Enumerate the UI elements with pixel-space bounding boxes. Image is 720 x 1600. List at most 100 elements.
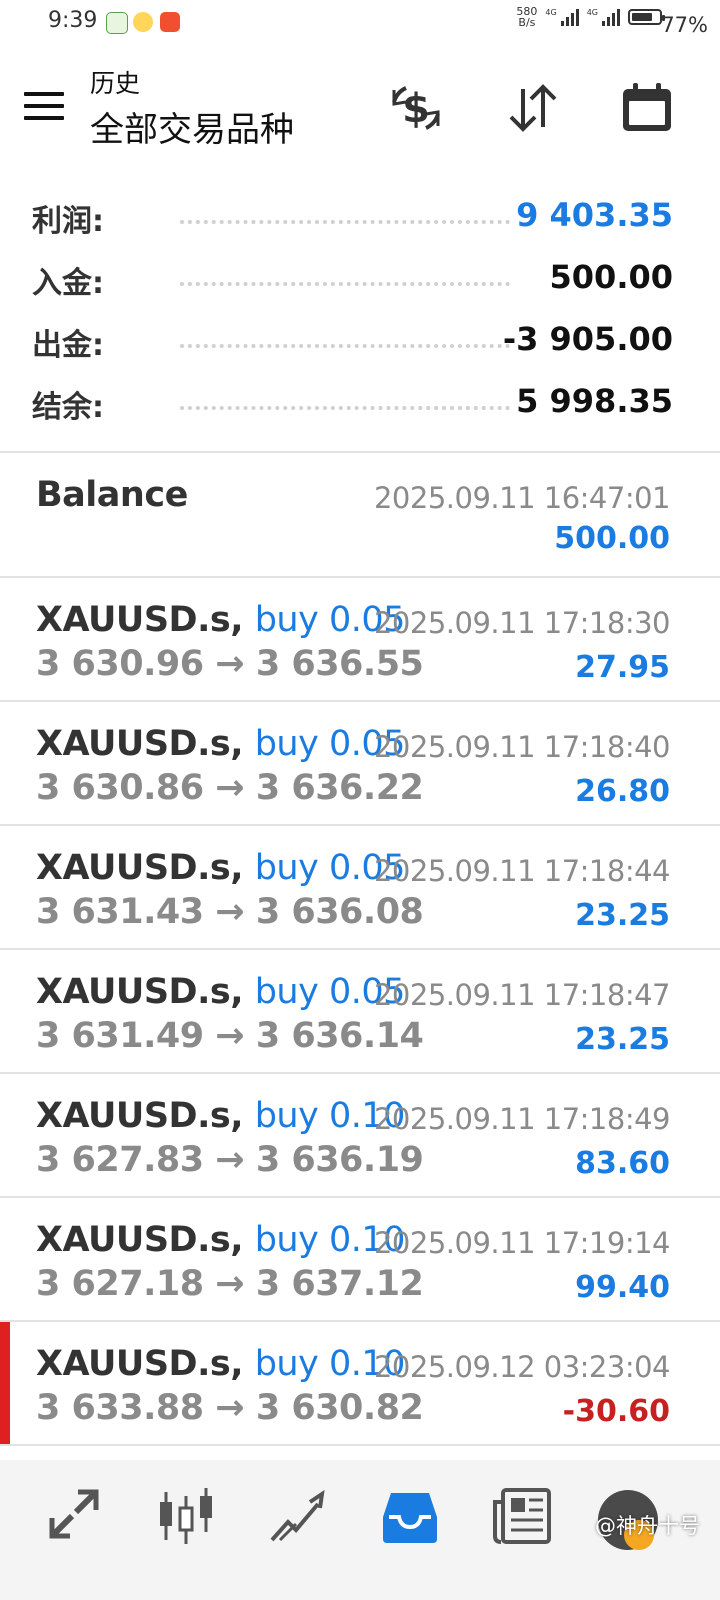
close-price: 3 637.12	[255, 1264, 424, 1304]
close-price: 3 636.14	[255, 1016, 424, 1056]
trade-row[interactable]: XAUUSD.s, buy 0.05 3 631.43 → 3 636.08 2…	[0, 826, 720, 950]
trade-time: 2025.09.11 17:18:49	[373, 1102, 671, 1136]
trade-row[interactable]: XAUUSD.s, buy 0.05 3 630.96 → 3 636.55 2…	[0, 578, 720, 702]
trade-profit: 27.95	[575, 650, 670, 685]
close-price: 3 636.08	[255, 892, 424, 932]
page-subtitle: 历史	[90, 69, 141, 98]
balance-value: 5 998.35	[516, 382, 673, 420]
status-bar: 9:39 580 B/s 4G 4G 77%	[0, 0, 720, 46]
dotted-leader	[180, 282, 510, 286]
trade-symbol: XAUUSD.s,	[36, 1096, 244, 1136]
dotted-leader	[180, 406, 510, 410]
signal-icon-sim2: 4G	[587, 8, 620, 26]
trade-row[interactable]: XAUUSD.s, buy 0.10 3 633.88 → 3 630.82 2…	[0, 1322, 720, 1446]
trade-title: XAUUSD.s, buy 0.10	[36, 1220, 405, 1260]
trade-profit: 99.40	[575, 1270, 670, 1305]
trade-prices: 3 633.88 → 3 630.82	[36, 1388, 424, 1428]
trade-row[interactable]: XAUUSD.s, buy 0.05 3 631.49 → 3 636.14 2…	[0, 950, 720, 1074]
entry-amount: 500.00	[554, 521, 670, 556]
trade-time: 2025.09.11 17:19:14	[373, 1226, 671, 1260]
status-time: 9:39	[48, 8, 98, 33]
trade-icon[interactable]	[262, 1480, 334, 1552]
news-icon[interactable]	[486, 1480, 558, 1552]
trade-prices: 3 630.96 → 3 636.55	[36, 644, 424, 684]
arrow-right-icon: →	[215, 768, 245, 808]
battery-level	[632, 13, 652, 21]
battery-icon: 77%	[628, 9, 708, 37]
trade-row[interactable]: XAUUSD.s, buy 0.10 3 627.83 → 3 636.19 2…	[0, 1074, 720, 1198]
trade-prices: 3 631.43 → 3 636.08	[36, 892, 424, 932]
balance-label: 结余:	[32, 390, 104, 425]
trade-row[interactable]: XAUUSD.s, buy 0.10 3 627.18 → 3 637.12 2…	[0, 1198, 720, 1322]
open-price: 3 627.83	[36, 1140, 204, 1180]
summary-row-withdrawal: 出金: -3 905.00	[0, 314, 720, 376]
menu-icon[interactable]	[24, 92, 64, 120]
watermark-text: @神舟十号	[595, 1514, 700, 1538]
trade-title: XAUUSD.s, buy 0.05	[36, 848, 405, 888]
sort-icon[interactable]	[503, 78, 563, 138]
trade-symbol: XAUUSD.s,	[36, 1344, 244, 1384]
battery-percent: 77%	[661, 13, 708, 37]
trade-title: XAUUSD.s, buy 0.05	[36, 972, 405, 1012]
open-price: 3 630.86	[36, 768, 204, 808]
trade-prices: 3 630.86 → 3 636.22	[36, 768, 424, 808]
trade-symbol: XAUUSD.s,	[36, 724, 244, 764]
chart-candles-icon[interactable]	[150, 1480, 222, 1552]
profit-label: 利润:	[32, 204, 104, 239]
trade-profit: 23.25	[575, 1022, 670, 1057]
entry-title: Balance	[36, 475, 188, 515]
toolbar: 历史 全部交易品种 $	[0, 58, 720, 158]
quotes-icon[interactable]	[38, 1480, 110, 1552]
currency-exchange-icon[interactable]: $	[386, 78, 446, 138]
entry-time: 2025.09.11 16:47:01	[373, 481, 671, 515]
deposit-value: 500.00	[549, 258, 673, 296]
trade-row[interactable]: XAUUSD.s, buy 0.05 3 630.86 → 3 636.22 2…	[0, 702, 720, 826]
trade-profit: 23.25	[575, 898, 670, 933]
trade-symbol: XAUUSD.s,	[36, 848, 244, 888]
trade-time: 2025.09.11 17:18:44	[373, 854, 671, 888]
trade-title: XAUUSD.s, buy 0.05	[36, 600, 405, 640]
trade-profit: 83.60	[575, 1146, 670, 1181]
bottom-navigation: @神舟十号	[0, 1460, 720, 1600]
close-price: 3 630.82	[255, 1388, 424, 1428]
trade-prices: 3 627.18 → 3 637.12	[36, 1264, 424, 1304]
dotted-leader	[180, 344, 510, 348]
balance-entry[interactable]: Balance 2025.09.11 16:47:01 500.00	[0, 453, 720, 578]
arrow-right-icon: →	[215, 1016, 245, 1056]
trade-time: 2025.09.11 17:18:30	[373, 606, 671, 640]
trade-title: XAUUSD.s, buy 0.05	[36, 724, 405, 764]
summary-row-balance: 结余: 5 998.35	[0, 376, 720, 438]
arrow-right-icon: →	[215, 892, 245, 932]
open-price: 3 633.88	[36, 1388, 204, 1428]
trade-profit: -30.60	[562, 1394, 670, 1429]
trade-time: 2025.09.11 17:18:40	[373, 730, 671, 764]
trade-title: XAUUSD.s, buy 0.10	[36, 1096, 405, 1136]
trade-prices: 3 631.49 → 3 636.14	[36, 1016, 424, 1056]
calendar-icon[interactable]	[617, 78, 677, 138]
profit-value: 9 403.35	[516, 196, 673, 234]
signal-icon-sim1: 4G	[545, 8, 579, 26]
symbol-filter-title[interactable]: 全部交易品种	[90, 102, 294, 151]
arrow-right-icon: →	[215, 1388, 245, 1428]
weibo-notification-icon	[133, 12, 153, 32]
trade-prices: 3 627.83 → 3 636.19	[36, 1140, 424, 1180]
withdrawal-label: 出金:	[32, 328, 104, 363]
trade-symbol: XAUUSD.s,	[36, 972, 244, 1012]
open-price: 3 627.18	[36, 1264, 204, 1304]
trade-time: 2025.09.12 03:23:04	[373, 1350, 671, 1384]
open-price: 3 631.43	[36, 892, 204, 932]
arrow-right-icon: →	[215, 644, 245, 684]
close-price: 3 636.22	[255, 768, 424, 808]
close-price: 3 636.19	[255, 1140, 424, 1180]
dotted-leader	[180, 220, 510, 224]
history-list: Balance 2025.09.11 16:47:01 500.00 XAUUS…	[0, 453, 720, 1446]
network-speed: 580 B/s	[516, 5, 538, 29]
open-price: 3 630.96	[36, 644, 204, 684]
arrow-right-icon: →	[215, 1264, 245, 1304]
status-indicators: 580 B/s 4G 4G 77%	[516, 5, 708, 37]
deposit-label: 入金:	[32, 266, 104, 301]
app-notification-icon-2	[160, 12, 180, 32]
history-icon[interactable]	[374, 1480, 446, 1552]
summary-row-deposit: 入金: 500.00	[0, 252, 720, 314]
open-price: 3 631.49	[36, 1016, 204, 1056]
